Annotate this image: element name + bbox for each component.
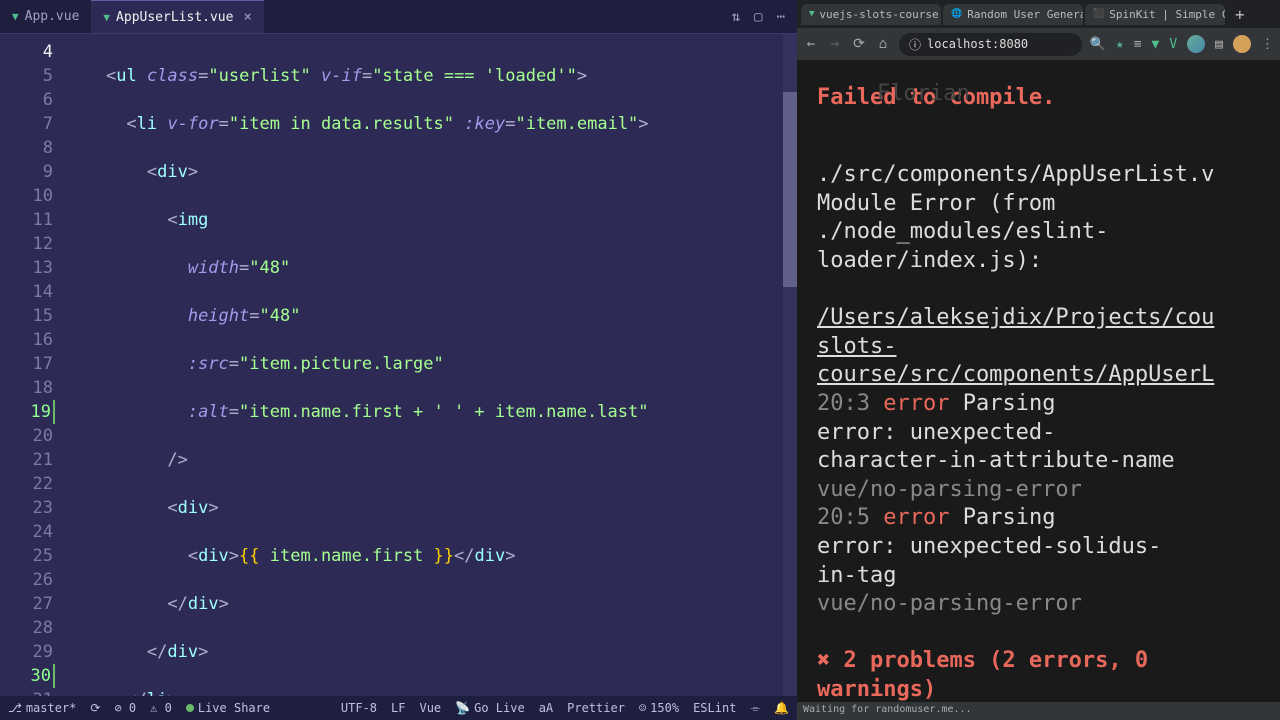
close-icon[interactable]: × [243, 9, 251, 25]
errors-indicator[interactable]: ⊘ 0 [114, 701, 136, 715]
language-indicator[interactable]: Vue [419, 701, 441, 715]
smiley-icon: ☺ [639, 701, 646, 715]
new-tab-button[interactable]: + [1227, 5, 1253, 24]
zoom-indicator[interactable]: ☺ 150% [639, 701, 679, 715]
extension-icon[interactable]: ≡ [1134, 37, 1142, 52]
tab-label: Random User Generator [967, 8, 1083, 21]
prettier-button[interactable]: Prettier [567, 701, 625, 715]
branch-indicator[interactable]: ⎇ master* [8, 701, 76, 715]
favicon-icon: ⬛ [1093, 9, 1104, 19]
compare-icon[interactable]: ⇅ [732, 9, 740, 25]
split-icon[interactable]: ▢ [754, 9, 762, 25]
minimap[interactable] [783, 34, 797, 696]
error-body: ./src/components/AppUserList.v Module Er… [817, 161, 1260, 702]
encoding-indicator[interactable]: UTF-8 [341, 701, 377, 715]
browser-toolbar: ← → ⟳ ⌂ ⓘ localhost:8080 🔍 ★ ≡ ▼ V ▤ ⋮ [797, 28, 1280, 60]
tab-label: App.vue [25, 9, 80, 24]
editor-tabs: ▼ App.vue ▼ AppUserList.vue × ⇅ ▢ ⋯ [0, 0, 797, 34]
vue-logo-icon: ▼ [12, 10, 19, 23]
profile-avatar[interactable] [1187, 35, 1205, 53]
tab-label: SpinKit | Simple CSS Sp [1109, 8, 1225, 21]
reload-button[interactable]: ⟳ [851, 36, 867, 52]
user-avatar[interactable] [1233, 35, 1251, 53]
code-content[interactable]: <ul class="userlist" v-if="state === 'lo… [65, 34, 797, 696]
golive-button[interactable]: 📡 Go Live [455, 701, 525, 715]
dot-icon [186, 704, 194, 712]
star-icon[interactable]: ★ [1116, 37, 1124, 52]
browser-tabs: ▼ vuejs-slots-course × 🌐 Random User Gen… [797, 0, 1280, 28]
forward-button[interactable]: → [827, 36, 843, 52]
toolbar-icons: 🔍 ★ ≡ ▼ V ▤ ⋮ [1090, 35, 1274, 53]
favicon-icon: 🌐 [951, 9, 962, 19]
extension-icon[interactable]: V [1169, 37, 1177, 52]
line-gutter: 4 5 6 7 8 9 10 11 12 13 14 15 16 17 18 1… [0, 34, 65, 696]
address-bar[interactable]: ⓘ localhost:8080 [899, 33, 1082, 56]
home-button[interactable]: ⌂ [875, 36, 891, 52]
browser-status-bar: Waiting for randomuser.me... [797, 702, 1280, 720]
browser-tab[interactable]: ⬛ SpinKit | Simple CSS Sp × [1085, 4, 1225, 25]
bookmark-icon[interactable]: ▤ [1215, 37, 1223, 52]
tab-label: vuejs-slots-course [819, 8, 938, 21]
menu-icon[interactable]: ⋮ [1261, 37, 1274, 52]
liveshare-button[interactable]: Live Share [186, 701, 270, 715]
feedback-icon[interactable]: ⌯ [750, 701, 760, 716]
back-button[interactable]: ← [803, 36, 819, 52]
tab-appuserlist-vue[interactable]: ▼ AppUserList.vue × [91, 0, 263, 33]
eol-indicator[interactable]: LF [391, 701, 405, 715]
browser-tab[interactable]: ▼ vuejs-slots-course × [801, 4, 941, 25]
more-icon[interactable]: ⋯ [777, 9, 785, 25]
ghost-text: Florian [877, 80, 970, 109]
minimap-thumb[interactable] [783, 92, 797, 287]
status-bar: ⎇ master* ⟳ ⊘ 0 ⚠ 0 Live Share UTF-8 LF … [0, 696, 797, 720]
code-area[interactable]: 4 5 6 7 8 9 10 11 12 13 14 15 16 17 18 1… [0, 34, 797, 696]
browser-tab[interactable]: 🌐 Random User Generator × [943, 4, 1083, 25]
zoom-icon[interactable]: 🔍 [1090, 37, 1106, 52]
editor-pane: ▼ App.vue ▼ AppUserList.vue × ⇅ ▢ ⋯ 4 5 … [0, 0, 797, 720]
browser-pane: ▼ vuejs-slots-course × 🌐 Random User Gen… [797, 0, 1280, 720]
tab-app-vue[interactable]: ▼ App.vue [0, 0, 91, 33]
branch-icon: ⎇ [8, 701, 22, 715]
error-summary: ✖ 2 problems (2 errors, 0 warnings) [817, 647, 1260, 702]
sync-button[interactable]: ⟳ [90, 701, 100, 715]
warnings-indicator[interactable]: ⚠ 0 [150, 701, 172, 715]
extension-icon[interactable]: ▼ [1152, 37, 1160, 52]
eslint-button[interactable]: ESLint [693, 701, 736, 715]
browser-content: Florian Failed to compile. ./src/compone… [797, 60, 1280, 702]
info-icon[interactable]: ⓘ [909, 36, 921, 53]
bell-icon[interactable]: 🔔 [774, 701, 789, 715]
tab-label: AppUserList.vue [116, 10, 233, 25]
vue-logo-icon: ▼ [103, 11, 110, 24]
url-text: localhost:8080 [927, 37, 1028, 51]
vue-favicon-icon: ▼ [809, 9, 814, 19]
error-path: /Users/aleksejdix/Projects/cou slots- co… [817, 304, 1260, 390]
tab-actions: ⇅ ▢ ⋯ [732, 9, 797, 25]
broadcast-icon: 📡 [455, 701, 470, 715]
case-button[interactable]: aA [539, 701, 553, 715]
